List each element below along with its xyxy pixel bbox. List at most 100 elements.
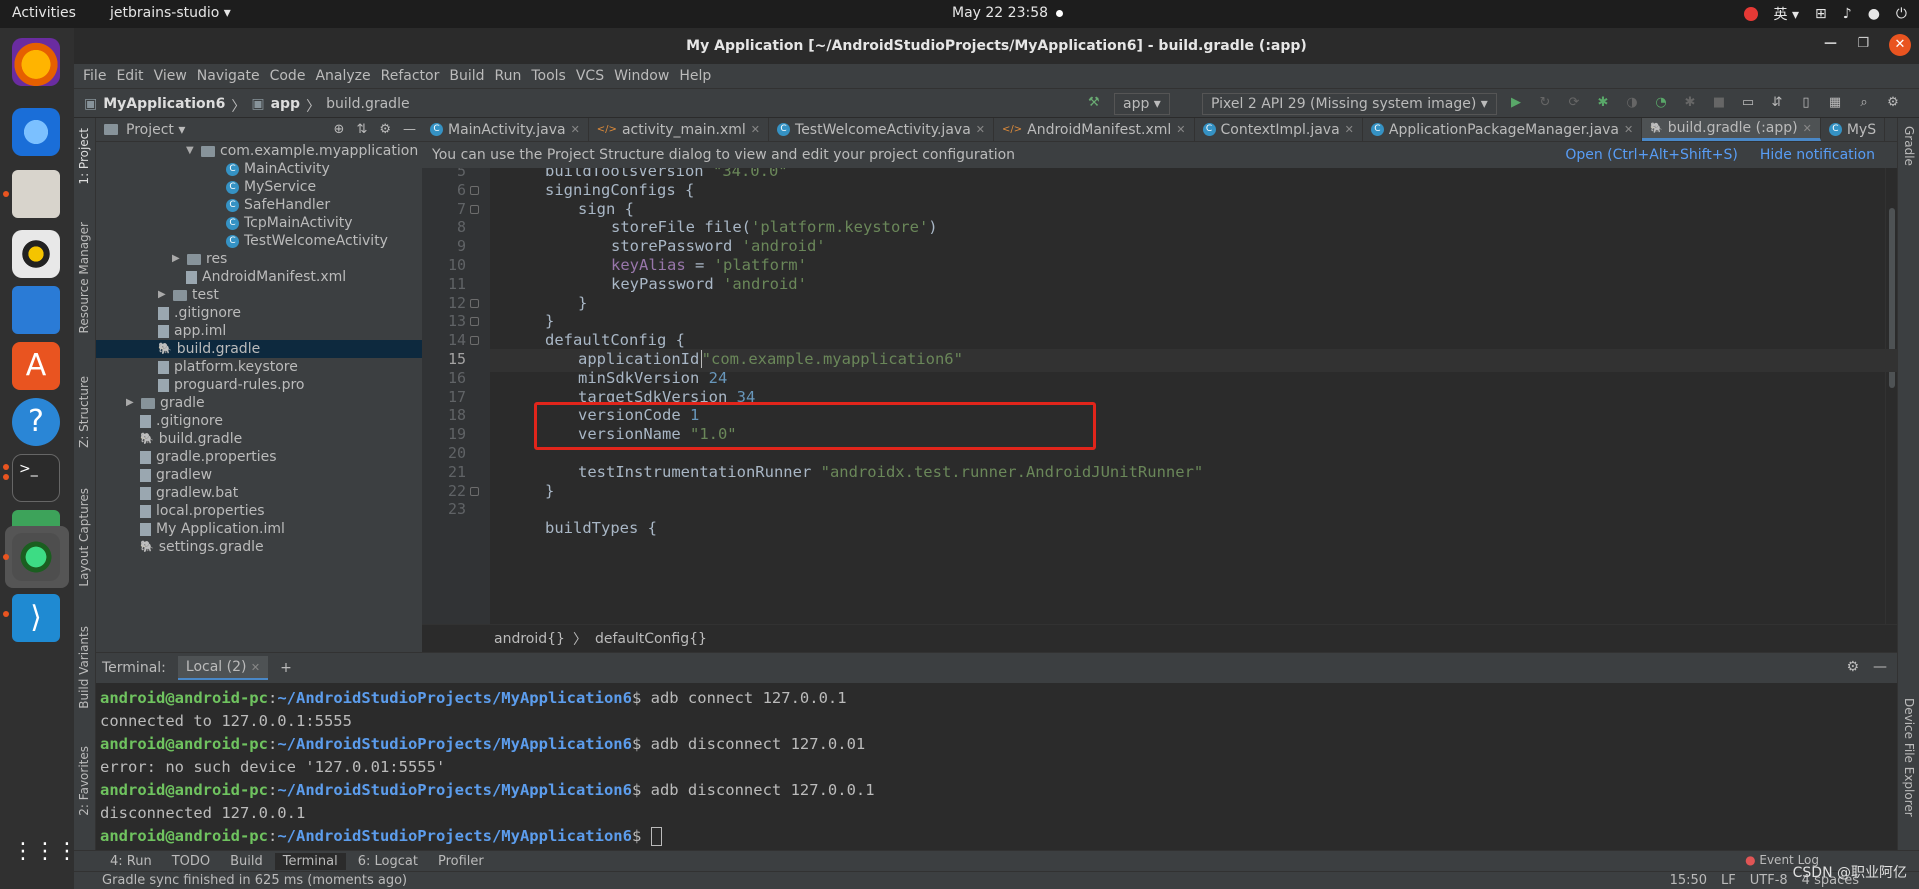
- mic-icon[interactable]: ●: [1868, 6, 1880, 22]
- expand-arrow-icon[interactable]: ▶: [172, 250, 182, 268]
- project-tree-item[interactable]: My Application.iml: [96, 520, 285, 538]
- device-select[interactable]: Pixel 2 API 29 (Missing system image) ▾: [1202, 93, 1497, 115]
- menu-window[interactable]: Window: [609, 68, 674, 84]
- avd-manager-icon[interactable]: ▯: [1798, 95, 1814, 110]
- software-center-icon[interactable]: A: [12, 342, 60, 390]
- apply-changes-icon[interactable]: ↻: [1537, 95, 1553, 110]
- project-tree-item[interactable]: gradlew: [96, 466, 212, 484]
- close-tab-icon[interactable]: ✕: [1803, 122, 1812, 135]
- project-tree-item[interactable]: .gitignore: [96, 304, 241, 322]
- project-tree-item[interactable]: platform.keystore: [96, 358, 298, 376]
- menu-refactor[interactable]: Refactor: [376, 68, 445, 84]
- files-icon[interactable]: [12, 170, 60, 218]
- hide-icon[interactable]: —: [1873, 659, 1887, 675]
- fold-marker-icon[interactable]: [470, 298, 479, 308]
- bottom-tab[interactable]: Profiler: [430, 853, 492, 870]
- bottom-tab[interactable]: TODO: [164, 853, 218, 870]
- project-tree-item[interactable]: 🐘 settings.gradle: [96, 538, 264, 556]
- stop-icon[interactable]: ■: [1711, 95, 1727, 110]
- activities-button[interactable]: Activities: [12, 5, 76, 21]
- vscode-icon[interactable]: ⟩: [12, 594, 60, 642]
- tool-window-project[interactable]: 1: Project: [77, 128, 91, 185]
- expand-arrow-icon[interactable]: ▶: [158, 286, 168, 304]
- menu-vcs[interactable]: VCS: [571, 68, 609, 84]
- editor-tab[interactable]: C TestWelcomeActivity.java ✕: [769, 118, 994, 141]
- project-tree-item[interactable]: C TestWelcomeActivity: [96, 232, 388, 250]
- search-icon[interactable]: ⌕: [1856, 95, 1872, 110]
- android-studio-icon[interactable]: [12, 533, 60, 581]
- project-tree-item[interactable]: AndroidManifest.xml: [96, 268, 346, 286]
- project-tree-item[interactable]: C MainActivity: [96, 160, 330, 178]
- bottom-tab[interactable]: 4: Run: [102, 853, 160, 870]
- tool-window-resource-manager[interactable]: Resource Manager: [77, 222, 91, 333]
- network-icon[interactable]: ⊞: [1815, 6, 1827, 22]
- project-tree-item[interactable]: ▶ test: [96, 286, 219, 304]
- project-tree-item[interactable]: app.iml: [96, 322, 226, 340]
- close-tab-icon[interactable]: ✕: [1176, 123, 1185, 136]
- menu-edit[interactable]: Edit: [111, 68, 148, 84]
- layout-inspector-icon[interactable]: ▦: [1827, 95, 1843, 110]
- editor-tab[interactable]: C ApplicationPackageManager.java ✕: [1363, 118, 1643, 141]
- profile-icon[interactable]: ◔: [1653, 95, 1669, 110]
- maximize-icon[interactable]: ❐: [1857, 36, 1869, 51]
- apply-code-icon[interactable]: ⟳: [1566, 95, 1582, 110]
- project-tree-item[interactable]: .gitignore: [96, 412, 223, 430]
- close-tab-icon[interactable]: ✕: [1345, 123, 1354, 136]
- app-menu[interactable]: jetbrains-studio ▾: [110, 5, 231, 21]
- gear-icon[interactable]: ⚙: [1846, 659, 1859, 675]
- writer-icon[interactable]: [12, 286, 60, 334]
- terminal-icon[interactable]: >_: [12, 454, 60, 502]
- sdk-manager-icon[interactable]: ▭: [1740, 95, 1756, 110]
- menu-help[interactable]: Help: [674, 68, 716, 84]
- locate-icon[interactable]: ⊕: [334, 122, 345, 137]
- project-tree-item[interactable]: C MyService: [96, 178, 316, 196]
- close-tab-icon[interactable]: ✕: [571, 123, 580, 136]
- help-icon[interactable]: ?: [12, 398, 60, 446]
- crumb-project[interactable]: MyApplication6: [103, 96, 225, 116]
- bottom-tab[interactable]: Terminal: [274, 852, 346, 870]
- menu-run[interactable]: Run: [490, 68, 527, 84]
- expand-arrow-icon[interactable]: ▼: [186, 142, 196, 160]
- coverage-icon[interactable]: ◑: [1624, 95, 1640, 110]
- rhythmbox-icon[interactable]: [12, 230, 60, 278]
- editor-tab[interactable]: C MyS: [1821, 118, 1886, 141]
- menu-build[interactable]: Build: [444, 68, 489, 84]
- editor-tab[interactable]: </> AndroidManifest.xml ✕: [994, 118, 1195, 141]
- bottom-tab[interactable]: 6: Logcat: [350, 853, 426, 870]
- project-tree-item[interactable]: ▼ com.example.myapplication: [96, 142, 418, 160]
- hammer-icon[interactable]: ⚒: [1088, 95, 1100, 110]
- run-config-select[interactable]: app ▾: [1114, 93, 1170, 115]
- tool-window-gradle[interactable]: Gradle: [1902, 126, 1916, 166]
- settings-icon[interactable]: ⚙: [1885, 95, 1901, 110]
- thunderbird-icon[interactable]: [12, 108, 60, 156]
- run-icon[interactable]: ▶: [1508, 95, 1524, 110]
- menu-navigate[interactable]: Navigate: [192, 68, 265, 84]
- fold-marker-icon[interactable]: [470, 317, 479, 327]
- close-tab-icon[interactable]: ✕: [251, 661, 260, 674]
- close-tab-icon[interactable]: ✕: [976, 123, 985, 136]
- project-tree-item[interactable]: gradle.properties: [96, 448, 277, 466]
- tool-window-structure[interactable]: Z: Structure: [77, 376, 91, 448]
- system-tray[interactable]: 英 ▾ ⊞ ♪ ● ⏻: [1743, 4, 1907, 24]
- file-encoding[interactable]: UTF-8: [1750, 873, 1788, 888]
- attach-debugger-icon[interactable]: ✱: [1682, 95, 1698, 110]
- project-tree-item[interactable]: 🐘 build.gradle: [96, 430, 242, 448]
- status-message[interactable]: Gradle sync finished in 625 ms (moments …: [102, 873, 407, 888]
- breadcrumb-defaultconfig[interactable]: defaultConfig{}: [595, 631, 707, 647]
- caret-position[interactable]: 15:50: [1670, 873, 1707, 888]
- menu-file[interactable]: File: [78, 68, 111, 84]
- minimize-icon[interactable]: —: [1824, 36, 1837, 51]
- fold-marker-icon[interactable]: [470, 204, 479, 214]
- open-project-structure-link[interactable]: Open (Ctrl+Alt+Shift+S): [1565, 147, 1738, 163]
- close-icon[interactable]: ✕: [1889, 34, 1911, 56]
- tool-window-device-file-explorer[interactable]: Device File Explorer: [1902, 698, 1916, 817]
- project-tree-item[interactable]: C SafeHandler: [96, 196, 330, 214]
- code-editor[interactable]: 5 buildToolsVersion "34.0.0" 6 signingConfi…: [422, 168, 1897, 624]
- line-separator[interactable]: LF: [1721, 873, 1736, 888]
- project-tree-item[interactable]: C TcpMainActivity: [96, 214, 353, 232]
- fold-marker-icon[interactable]: [470, 486, 479, 496]
- power-icon[interactable]: ⏻: [1896, 6, 1907, 22]
- editor-tab[interactable]: C MainActivity.java ✕: [422, 118, 589, 141]
- record-icon[interactable]: [1743, 7, 1758, 21]
- editor-scrollbar[interactable]: [1885, 168, 1897, 624]
